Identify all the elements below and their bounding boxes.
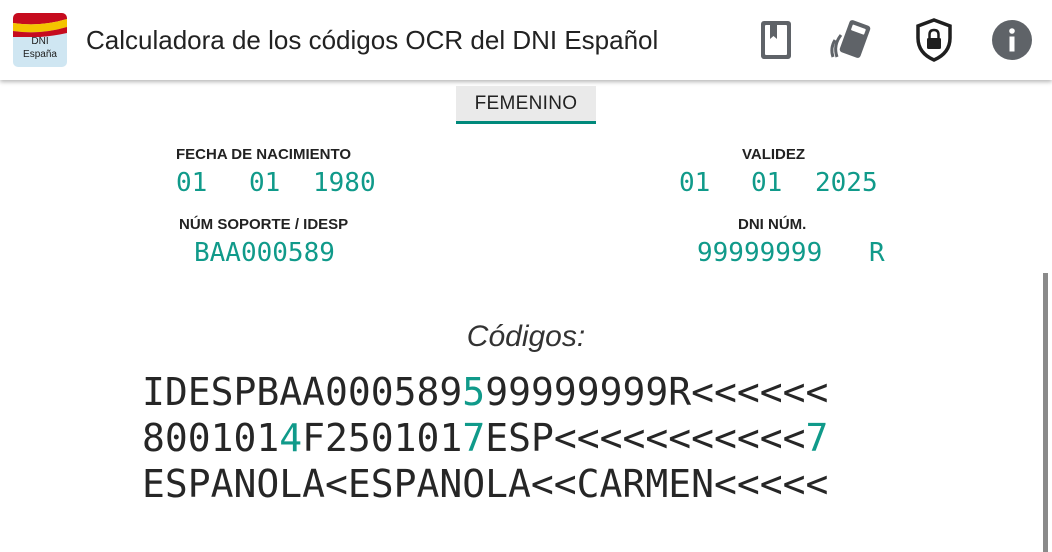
birth-month-field[interactable]: 01 bbox=[249, 168, 280, 198]
mrz-line-2: 8001014F2501017ESP<<<<<<<<<<<7 bbox=[142, 416, 912, 460]
tab-underline bbox=[456, 121, 596, 124]
validity-label: VALIDEZ bbox=[742, 146, 806, 163]
dni-number-label: DNI NÚM. bbox=[738, 216, 807, 233]
scrollbar[interactable] bbox=[1043, 273, 1048, 552]
logo-text-espana: España bbox=[23, 49, 57, 60]
support-number-label: NÚM SOPORTE / IDESP bbox=[179, 216, 349, 233]
support-number-field[interactable]: BAA000589 bbox=[194, 238, 335, 268]
info-icon[interactable] bbox=[988, 16, 1036, 64]
card-scan-icon[interactable] bbox=[828, 16, 876, 64]
birth-date-label: FECHA DE NACIMIENTO bbox=[176, 146, 352, 163]
gender-tab-femenino[interactable]: FEMENINO bbox=[456, 86, 596, 124]
mrz-line-2-part2: F250101 bbox=[302, 416, 463, 460]
birth-year-field[interactable]: 1980 bbox=[313, 168, 376, 198]
mrz-line-1-part2: 99999999R<<<<<< bbox=[485, 370, 829, 414]
mrz-line-2-check-digit-3: 7 bbox=[805, 416, 829, 460]
app-logo: DNI España bbox=[13, 13, 67, 67]
mrz-line-1-check-digit: 5 bbox=[462, 370, 486, 414]
validity-month-field[interactable]: 01 bbox=[751, 168, 782, 198]
validity-year-field[interactable]: 2025 bbox=[815, 168, 878, 198]
mrz-line-1-part1: IDESPBAA000589 bbox=[142, 370, 463, 414]
spain-flag-icon bbox=[13, 13, 67, 37]
mrz-line-2-check-digit-1: 4 bbox=[279, 416, 303, 460]
mrz-line-2-part1: 800101 bbox=[142, 416, 280, 460]
mrz-line-2-check-digit-2: 7 bbox=[462, 416, 486, 460]
dni-number-field[interactable]: 99999999 bbox=[697, 238, 822, 268]
codes-title: Códigos: bbox=[466, 320, 586, 353]
validity-day-field[interactable]: 01 bbox=[679, 168, 710, 198]
mrz-line-2-part3: ESP<<<<<<<<<<< bbox=[485, 416, 806, 460]
logo-text-dni: DNI bbox=[31, 36, 49, 47]
dni-letter: R bbox=[869, 238, 885, 268]
app-bar: DNI España Calculadora de los códigos OC… bbox=[0, 0, 1052, 80]
shield-lock-icon[interactable] bbox=[910, 16, 958, 64]
mrz-line-3: ESPANOLA<ESPANOLA<<CARMEN<<<<< bbox=[142, 462, 829, 506]
book-icon[interactable] bbox=[752, 16, 800, 64]
birth-day-field[interactable]: 01 bbox=[176, 168, 207, 198]
app-title: Calculadora de los códigos OCR del DNI E… bbox=[86, 25, 659, 55]
mrz-line-1: IDESPBAA000589599999999R<<<<<< bbox=[142, 370, 912, 414]
gender-tab-label: FEMENINO bbox=[474, 93, 578, 114]
